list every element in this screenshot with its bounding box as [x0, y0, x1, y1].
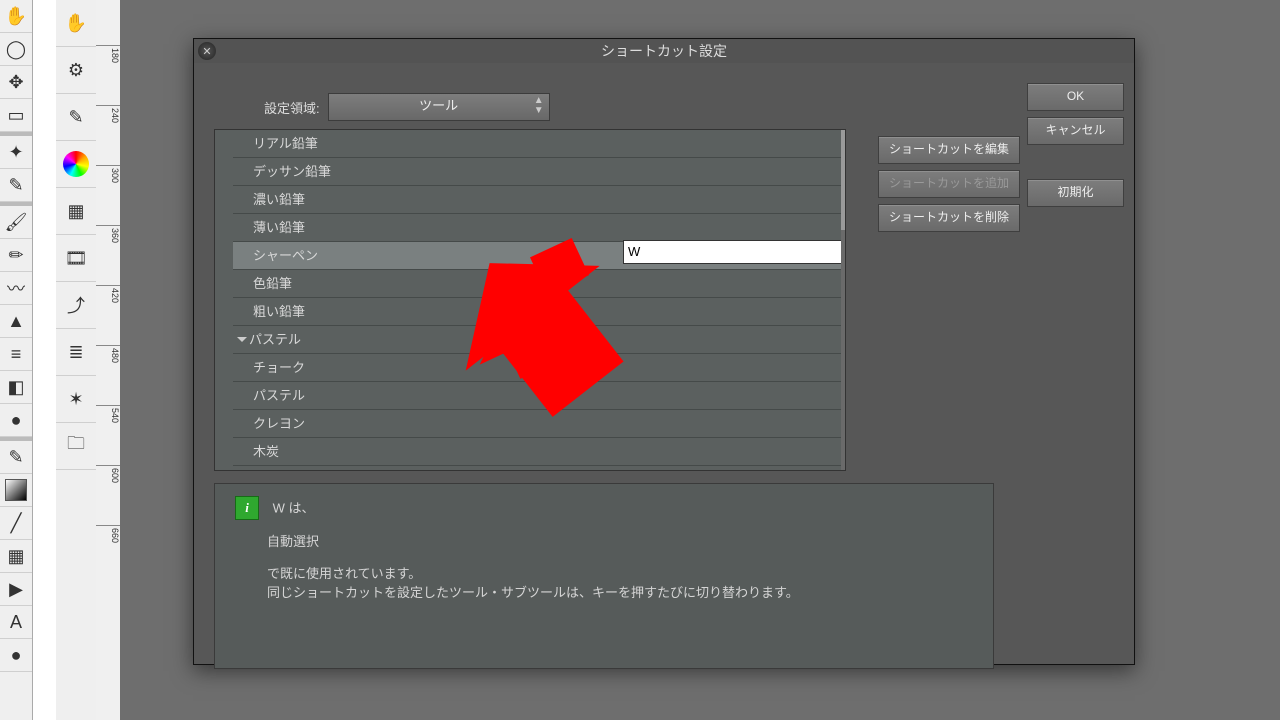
area-dropdown-value: ツール: [419, 98, 458, 113]
pointer-tool-icon[interactable]: ▶: [0, 573, 32, 606]
list-item[interactable]: チョーク: [233, 354, 841, 382]
star-icon[interactable]: ✶: [56, 376, 96, 423]
shortcut-list-pane: リアル鉛筆デッサン鉛筆濃い鉛筆薄い鉛筆シャーペン色鉛筆粗い鉛筆パステルチョークパ…: [214, 129, 846, 471]
chevron-updown-icon: ▲▼: [534, 96, 544, 116]
hand-tool-icon[interactable]: ✋: [0, 0, 32, 33]
layers-icon[interactable]: ≣: [56, 329, 96, 376]
edit-shortcut-button[interactable]: ショートカットを編集: [878, 136, 1020, 164]
vertical-ruler: 180 240 300 360 420 480 540 600 660: [96, 0, 121, 720]
ruler-tick: 180: [96, 45, 120, 63]
initialize-button[interactable]: 初期化: [1027, 179, 1124, 207]
ruler-tick: 540: [96, 405, 120, 423]
gradient-tool-icon[interactable]: ≡: [0, 338, 32, 371]
line-tool-icon[interactable]: ╱: [0, 507, 32, 540]
bucket-tool-icon[interactable]: ▲: [0, 305, 32, 338]
list-item[interactable]: デッサン鉛筆: [233, 158, 841, 186]
ruler-tick: 600: [96, 465, 120, 483]
info-line1: W は、: [273, 500, 315, 515]
area-dropdown[interactable]: ツール ▲▼: [328, 93, 550, 121]
pen-tool-icon[interactable]: ✎: [0, 169, 32, 202]
ruler-tick: 480: [96, 345, 120, 363]
curve-icon[interactable]: ⤴: [56, 282, 96, 329]
subtool-hand-icon[interactable]: ✋: [56, 0, 96, 47]
wand-tool-icon[interactable]: ✦: [0, 136, 32, 169]
swatch-gray-icon[interactable]: [0, 474, 32, 507]
ruler-tick: 420: [96, 285, 120, 303]
info-line3: で既に使用されています。: [235, 564, 973, 584]
dialog-title: ショートカット設定: [194, 41, 1134, 61]
move-tool-icon[interactable]: ✥: [0, 66, 32, 99]
info-line4: 同じショートカットを設定したツール・サブツールは、キーを押すたびに切り替わります…: [235, 583, 973, 603]
shortcut-input[interactable]: W: [623, 240, 846, 264]
eraser-tool-icon[interactable]: ◧: [0, 371, 32, 404]
add-shortcut-button[interactable]: ショートカットを追加: [878, 170, 1020, 198]
list-item[interactable]: リアル鉛筆: [233, 130, 841, 158]
list-scrollbar[interactable]: [841, 130, 845, 470]
folder-icon[interactable]: 🗀: [56, 423, 96, 470]
lasso-tool-icon[interactable]: ◯: [0, 33, 32, 66]
brush-tool-icon[interactable]: 🖌: [0, 206, 32, 239]
list-item[interactable]: 色鉛筆: [233, 270, 841, 298]
palette-icon[interactable]: ▦: [56, 188, 96, 235]
list-item[interactable]: 木炭: [233, 438, 841, 466]
shape-tool-icon[interactable]: ▦: [0, 540, 32, 573]
list-item[interactable]: 濃い鉛筆: [233, 186, 841, 214]
list-item[interactable]: クレヨン: [233, 410, 841, 438]
list-item[interactable]: パステル: [233, 382, 841, 410]
main-toolbar: ✋ ◯ ✥ ▭ ✦ ✎ 🖌 ✏ 〰 ▲ ≡ ◧ ● ✎ ╱ ▦ ▶ A ●: [0, 0, 33, 720]
sub-toolbar: ✋ ⚙ ✎ ▦ 🎞 ⤴ ≣ ✶ 🗀: [56, 0, 97, 720]
dropper-tool-icon[interactable]: ✎: [0, 441, 32, 474]
pencil-tool-icon[interactable]: ✏: [0, 239, 32, 272]
airbrush-tool-icon[interactable]: 〰: [0, 272, 32, 305]
ruler-tick: 300: [96, 165, 120, 183]
dialog-titlebar: ✕ ショートカット設定: [194, 39, 1134, 64]
list-item[interactable]: パステル: [233, 326, 841, 354]
cancel-button[interactable]: キャンセル: [1027, 117, 1124, 145]
area-label: 設定領域:: [264, 98, 320, 117]
ruler-tick: 660: [96, 525, 120, 543]
list-item[interactable]: 薄い鉛筆: [233, 214, 841, 242]
info-icon: i: [235, 496, 259, 520]
color-wheel-icon[interactable]: [56, 141, 96, 188]
delete-shortcut-button[interactable]: ショートカットを削除: [878, 204, 1020, 232]
subtool-gear-icon[interactable]: ⚙: [56, 47, 96, 94]
info-panel: i W は、 自動選択 で既に使用されています。 同じショートカットを設定したツ…: [214, 483, 994, 669]
ruler-tick: 360: [96, 225, 120, 243]
ruler-tick: 240: [96, 105, 120, 123]
ok-button[interactable]: OK: [1027, 83, 1124, 111]
subtool-brush-icon[interactable]: ✎: [56, 94, 96, 141]
marquee-tool-icon[interactable]: ▭: [0, 99, 32, 132]
close-button[interactable]: ✕: [198, 42, 216, 60]
film-icon[interactable]: 🎞: [56, 235, 96, 282]
info-line2: 自動選択: [235, 532, 973, 552]
shortcut-settings-dialog: ✕ ショートカット設定 OK キャンセル 初期化 ショートカットを編集 ショート…: [193, 38, 1135, 665]
list-item[interactable]: 粗い鉛筆: [233, 298, 841, 326]
balloon-tool-icon[interactable]: ●: [0, 639, 32, 672]
blur-tool-icon[interactable]: ●: [0, 404, 32, 437]
text-tool-icon[interactable]: A: [0, 606, 32, 639]
